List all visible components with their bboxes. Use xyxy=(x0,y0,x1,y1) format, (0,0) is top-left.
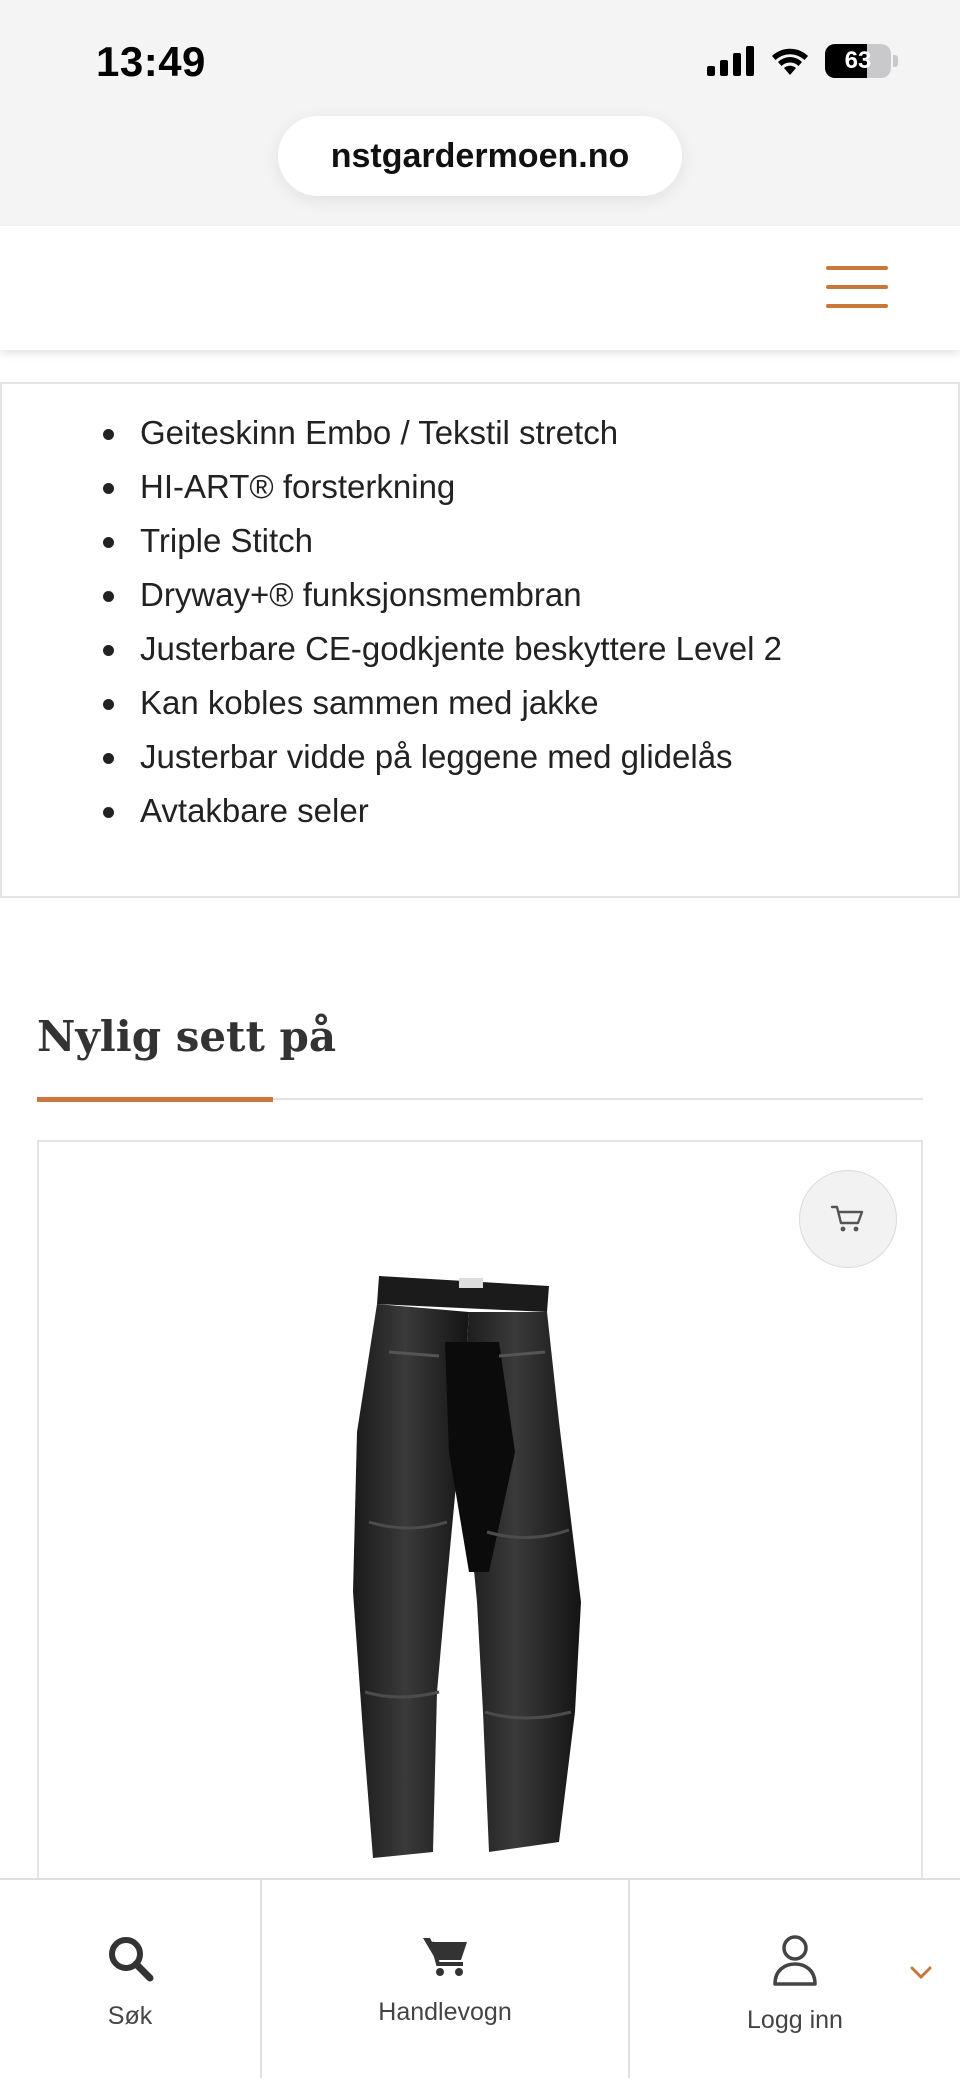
features-list: Geiteskinn Embo / Tekstil stretch HI-ART… xyxy=(2,406,958,838)
nav-login[interactable]: Logg inn xyxy=(630,1880,960,2078)
hamburger-menu-icon[interactable] xyxy=(826,266,888,308)
battery-level: 63 xyxy=(844,47,872,74)
battery-indicator: 63 xyxy=(825,44,891,78)
address-bar[interactable]: nstgardermoen.no xyxy=(278,116,682,196)
product-image[interactable] xyxy=(349,1272,609,1892)
wifi-icon xyxy=(772,48,808,75)
feature-item: HI-ART® forsterkning xyxy=(2,460,958,514)
product-features-box: Geiteskinn Embo / Tekstil stretch HI-ART… xyxy=(0,382,960,898)
feature-item: Justerbare CE-godkjente beskyttere Level… xyxy=(2,622,958,676)
nav-search-label: Søk xyxy=(107,2002,153,2030)
nav-login-label: Logg inn xyxy=(747,2006,843,2034)
section-accent-underline xyxy=(37,1097,273,1102)
section-title-recently-viewed: Nylig sett på xyxy=(37,1012,337,1061)
status-icons: 63 xyxy=(707,44,898,78)
feature-item: Kan kobles sammen med jakke xyxy=(2,676,958,730)
nav-cart[interactable]: Handlevogn xyxy=(262,1880,630,2078)
feature-item: Geiteskinn Embo / Tekstil stretch xyxy=(2,406,958,460)
browser-chrome: 13:49 63 nstgardermoen.no xyxy=(0,0,960,226)
user-icon xyxy=(773,1935,817,1986)
status-time: 13:49 xyxy=(96,38,206,85)
feature-item: Justerbar vidde på leggene med glidelås xyxy=(2,730,958,784)
add-to-cart-icon xyxy=(830,1205,864,1232)
nav-cart-label: Handlevogn xyxy=(378,1998,512,2026)
chevron-down-icon[interactable] xyxy=(910,1966,932,1980)
address-bar-url: nstgardermoen.no xyxy=(330,136,630,175)
feature-item: Dryway+® funksjonsmembran xyxy=(2,568,958,622)
feature-item: Avtakbare seler xyxy=(2,784,958,838)
site-header xyxy=(0,226,960,350)
cellular-signal-icon xyxy=(707,46,754,76)
add-to-cart-button[interactable] xyxy=(799,1170,897,1268)
cart-icon xyxy=(423,1938,467,1976)
search-icon xyxy=(109,1937,154,1982)
feature-item: Triple Stitch xyxy=(2,514,958,568)
nav-search[interactable]: Søk xyxy=(0,1880,262,2078)
battery-cap xyxy=(893,55,898,67)
product-card[interactable] xyxy=(37,1140,923,1940)
bottom-navigation: Søk Handlevogn Logg inn xyxy=(0,1878,960,2078)
